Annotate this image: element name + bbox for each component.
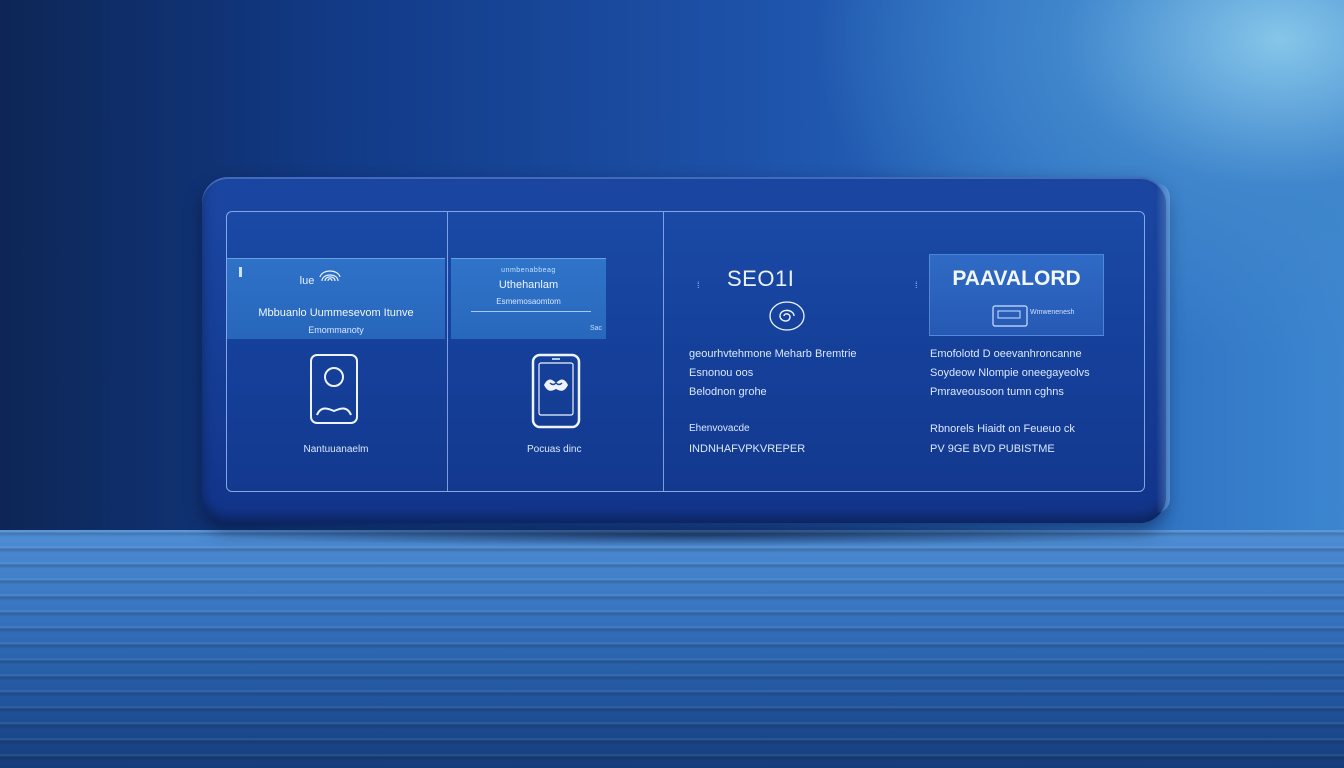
device-screen: lue Mbbuanlo Uummesevom Itunve Emommanot… bbox=[226, 211, 1145, 492]
background-floor bbox=[0, 530, 1344, 768]
panel4-line: Emofolotd D oeevanhroncanne bbox=[930, 348, 1082, 360]
panel3-line: Ehenvovacde bbox=[689, 423, 750, 434]
mobile-panel-header[interactable]: unmbenabbeag Uthehanlam Esmemosaomtom Sa… bbox=[451, 258, 606, 339]
card-icon bbox=[992, 305, 1028, 332]
panel3-title: SEO1I bbox=[727, 266, 795, 291]
swirl-icon bbox=[768, 300, 806, 337]
panel3-marker: ⁞ bbox=[697, 280, 700, 290]
header-underline bbox=[471, 311, 591, 312]
mobile-header-top: unmbenabbeag bbox=[501, 267, 556, 274]
face-id-caption: Nantuuanaelm bbox=[303, 444, 369, 455]
panel4-line: Soydeow Nlompie oneegayeolvs bbox=[930, 367, 1090, 379]
mobile-caption: Pocuas dinc bbox=[527, 444, 582, 455]
mobile-header-tiny: Sac bbox=[589, 325, 602, 332]
panel4-line: PV 9GE BVD PUBISTME bbox=[930, 443, 1055, 455]
fingerprint-panel-header[interactable]: lue Mbbuanlo Uummesevom Itunve Emommanot… bbox=[227, 258, 445, 339]
panel3-line: geourhvtehmone Meharb Bremtrie bbox=[689, 348, 857, 360]
panel4-line: Pmraveousoon tumn cghns bbox=[930, 386, 1064, 398]
panel-divider bbox=[663, 212, 664, 491]
password-panel-header[interactable]: PAAVALORD Wmwenenesh bbox=[929, 254, 1104, 336]
fingerprint-header-note: Emommanoty bbox=[308, 325, 364, 335]
face-id-icon[interactable] bbox=[309, 353, 359, 430]
card-text: Wmwenenesh bbox=[1030, 309, 1075, 316]
panel3-line: INDNHAFVPKVREPER bbox=[689, 443, 806, 455]
panel4-marker: ⁞ bbox=[915, 280, 918, 290]
panel4-line: Rbnorels Hiaidt on Feueuo ck bbox=[930, 423, 1075, 435]
fingerprint-header-subtitle: Mbbuanlo Uummesevom Itunve bbox=[258, 307, 414, 319]
device-shadow bbox=[200, 524, 1180, 546]
mobile-header-title: Uthehanlam bbox=[498, 279, 559, 291]
mobile-header-subtitle: Esmemosaomtom bbox=[496, 297, 561, 306]
panel3-line: Esnonou oos bbox=[689, 367, 754, 379]
password-header-title: PAAVALORD bbox=[952, 267, 1081, 290]
smartphone-icon[interactable] bbox=[530, 353, 582, 434]
security-device: lue Mbbuanlo Uummesevom Itunve Emommanot… bbox=[202, 177, 1170, 523]
panel-divider bbox=[447, 212, 448, 491]
panel3-line: Belodnon grohe bbox=[689, 386, 767, 398]
fingerprint-header-title: lue bbox=[299, 275, 315, 287]
